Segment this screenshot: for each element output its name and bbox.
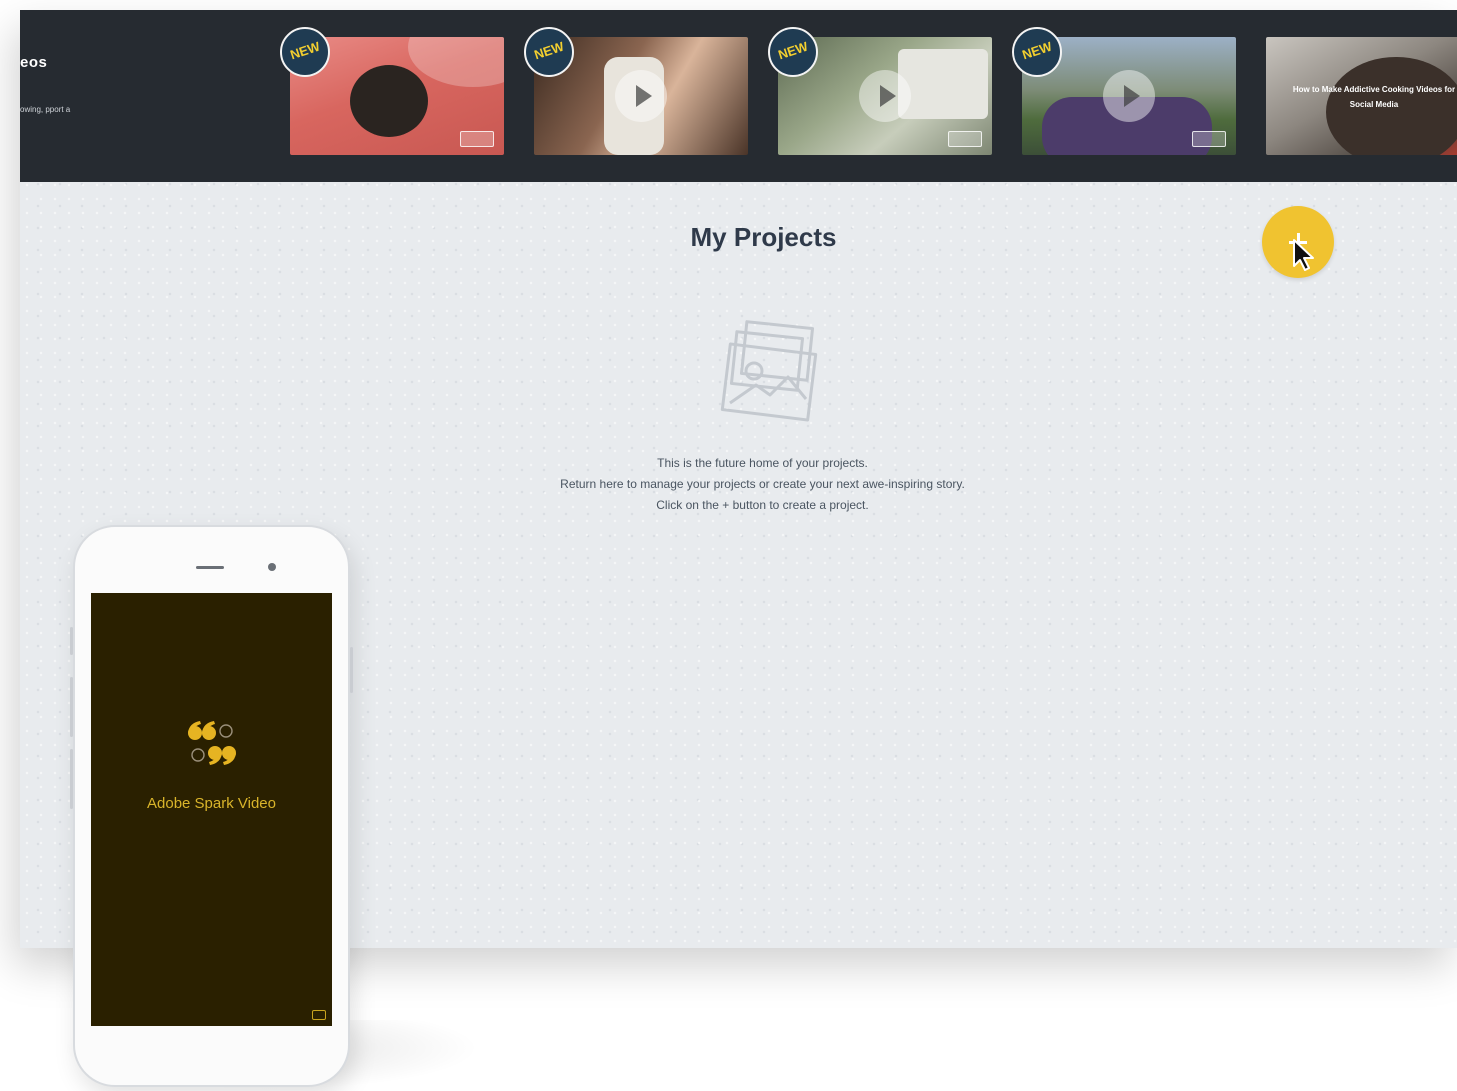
empty-state-message: This is the future home of your projects…: [20, 453, 1457, 516]
duration-badge: [948, 131, 982, 147]
video-thumbnail-4[interactable]: NEW: [1012, 27, 1236, 155]
thumbnail-dish: [898, 49, 988, 119]
featured-videos-strip: eos owing, pport a NEW NEW NEW NEW How t…: [20, 10, 1457, 182]
video-thumbnail-5[interactable]: How to Make Addictive Cooking Videos for…: [1266, 37, 1457, 155]
mouse-pointer-icon: [1293, 239, 1314, 271]
page-title: My Projects: [690, 222, 837, 252]
empty-state-line-2: Return here to manage your projects or c…: [560, 477, 965, 491]
phone-mockup: Adobe Spark Video: [70, 525, 353, 1087]
new-badge: NEW: [524, 27, 574, 77]
phone-camera: [268, 563, 276, 571]
play-icon: [859, 70, 911, 122]
video-thumbnail-3[interactable]: NEW: [768, 27, 992, 155]
thumbnail-image: How to Make Addictive Cooking Videos for…: [1266, 37, 1457, 155]
play-icon: [615, 70, 667, 122]
play-icon: [1103, 70, 1155, 122]
new-badge: NEW: [280, 27, 330, 77]
new-badge: NEW: [1012, 27, 1062, 77]
thumbnail-caption: How to Make Addictive Cooking Videos for…: [1292, 85, 1456, 109]
section-title: eos: [20, 54, 48, 71]
phone-mute-switch: [70, 627, 73, 655]
app-name-label: Adobe Spark Video: [147, 795, 276, 812]
quote-marks-icon: [188, 721, 236, 765]
video-thumbnail-1[interactable]: NEW: [280, 27, 504, 155]
phone-power-button: [350, 647, 353, 693]
duration-badge: [1192, 131, 1226, 147]
section-description: owing, pport a: [20, 105, 71, 114]
empty-projects-icon: [720, 320, 818, 422]
video-thumbnail-2[interactable]: NEW: [524, 27, 748, 155]
new-badge: NEW: [768, 27, 818, 77]
thumbnail-subject: [350, 65, 428, 137]
phone-speaker: [196, 566, 224, 569]
empty-state-line-1: This is the future home of your projects…: [657, 456, 868, 470]
duration-badge: [460, 131, 494, 147]
thumbnail-highlight: [408, 37, 504, 87]
empty-state-line-3: Click on the + button to create a projec…: [656, 498, 869, 512]
phone-screen: Adobe Spark Video: [91, 593, 332, 1026]
phone-volume-up: [70, 677, 73, 737]
phone-volume-down: [70, 749, 73, 809]
caption-icon: [312, 1010, 326, 1020]
